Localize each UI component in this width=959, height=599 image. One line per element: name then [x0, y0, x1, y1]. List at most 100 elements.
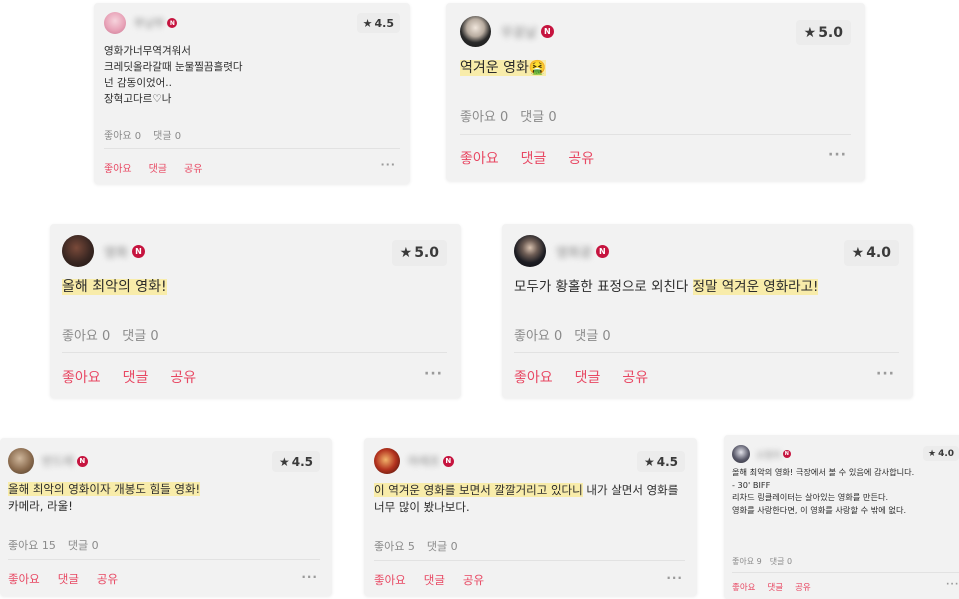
badge-icon: N — [782, 450, 791, 458]
actions: 좋아요 댓글 공유 — [460, 148, 594, 168]
divider — [514, 352, 899, 353]
comment-button[interactable]: 댓글 — [424, 572, 445, 588]
review-highlight: 이 역겨운 영화를 보면서 깔깔거리고 있다니 — [374, 483, 583, 497]
like-button[interactable]: 좋아요 — [732, 581, 755, 593]
comments-count: 댓글 0 — [520, 110, 557, 125]
likes-count: 좋아요 5 — [374, 540, 415, 553]
divider — [460, 134, 851, 135]
review-highlight: 올해 최악의 영화! — [62, 279, 167, 295]
review-highlight: 역겨운 영화🤮 — [460, 60, 547, 76]
more-icon[interactable]: ··· — [424, 366, 443, 382]
actions: 좋아요 댓글 공유 — [374, 572, 484, 588]
review-line: 이 역겨운 영화를 보면서 깔깔거리고 있다니 내가 살면서 영화를 — [374, 482, 678, 499]
comments-count: 댓글 0 — [769, 557, 793, 566]
username[interactable]: 쭈냥쭈 — [134, 15, 164, 31]
username[interactable]: 무꽁날 — [501, 22, 537, 41]
avatar[interactable] — [104, 12, 126, 34]
star-icon: ★ — [643, 454, 655, 469]
username[interactable]: 영화 — [104, 242, 128, 261]
comment-button[interactable]: 댓글 — [58, 571, 79, 587]
likes-count: 좋아요 9 — [732, 557, 762, 566]
like-button[interactable]: 좋아요 — [514, 367, 553, 387]
rating-value: 4.0 — [866, 245, 891, 261]
share-button[interactable]: 공유 — [97, 571, 118, 587]
review-text: 모두가 황홀한 표정으로 외친다 정말 역겨운 영화라고! — [514, 277, 819, 297]
review-text-plain: 내가 살면서 영화를 — [582, 483, 679, 497]
actions: 좋아요 댓글 공유 — [62, 367, 196, 387]
review-card: 마레프 N ★ 4.5 이 역겨운 영화를 보면서 깔깔거리고 있다니 내가 살면… — [364, 438, 697, 596]
avatar[interactable] — [8, 448, 34, 474]
comments-count: 댓글 0 — [426, 540, 458, 553]
share-button[interactable]: 공유 — [170, 367, 196, 387]
more-icon[interactable]: ··· — [828, 147, 847, 163]
share-button[interactable]: 공유 — [568, 148, 594, 168]
review-text: 올해 최악의 영화이자 개봉도 힘들 영화! 카메라, 라울! — [8, 481, 201, 515]
badge-icon: N — [131, 244, 145, 258]
divider — [62, 352, 447, 353]
more-icon[interactable]: ··· — [380, 158, 396, 171]
review-line: 영화를 사랑한다면, 이 영화를 사랑할 수 밖에 없다. — [732, 504, 907, 515]
more-icon[interactable]: ··· — [666, 571, 683, 585]
comment-button[interactable]: 댓글 — [149, 160, 167, 175]
review-highlight: 올해 최악의 영화이자 개봉도 힘들 영화! — [8, 482, 201, 496]
avatar[interactable] — [514, 235, 546, 267]
rating-value: 4.5 — [374, 16, 395, 30]
review-text: 올해 최악의 영화! 극장에서 볼 수 있음에 감사합니다. - 30' BIF… — [732, 466, 914, 516]
like-button[interactable]: 좋아요 — [460, 148, 499, 168]
review-line: 영화가너무역겨워서 — [104, 45, 191, 57]
review-card: 소밍아 N ★ 4.0 올해 최악의 영화! 극장에서 볼 수 있음에 감사합니다… — [724, 435, 959, 599]
badge-icon: N — [76, 455, 88, 467]
review-line: 올해 최악의 영화! — [62, 277, 167, 297]
star-icon: ★ — [851, 245, 865, 261]
username[interactable]: 영화광 — [556, 242, 592, 261]
comment-button[interactable]: 댓글 — [521, 148, 547, 168]
stats: 좋아요 0 댓글 0 — [514, 325, 611, 344]
comments-count: 댓글 0 — [153, 131, 182, 142]
rating-value: 4.0 — [938, 448, 955, 459]
review-text: 역겨운 영화🤮 — [460, 58, 547, 78]
star-icon: ★ — [278, 454, 290, 469]
share-button[interactable]: 공유 — [795, 581, 811, 593]
review-line: 넌 감동이었어.. — [104, 77, 172, 89]
avatar[interactable] — [62, 235, 94, 267]
actions: 좋아요 댓글 공유 — [514, 367, 648, 387]
like-button[interactable]: 좋아요 — [104, 160, 132, 175]
username[interactable]: 반드레 — [42, 453, 74, 469]
likes-count: 좋아요 0 — [514, 329, 563, 344]
star-icon: ★ — [803, 24, 817, 41]
username[interactable]: 소밍아 — [756, 448, 781, 461]
more-icon[interactable]: ··· — [301, 570, 318, 584]
badge-icon: N — [442, 455, 454, 467]
avatar[interactable] — [460, 16, 491, 47]
more-icon[interactable]: ··· — [876, 366, 895, 382]
stats: 좋아요 5 댓글 0 — [374, 538, 458, 554]
share-button[interactable]: 공유 — [184, 160, 202, 175]
avatar[interactable] — [732, 445, 750, 463]
comment-button[interactable]: 댓글 — [575, 367, 601, 387]
divider — [732, 572, 959, 573]
like-button[interactable]: 좋아요 — [374, 572, 406, 588]
username[interactable]: 마레프 — [408, 453, 440, 469]
like-button[interactable]: 좋아요 — [8, 571, 40, 587]
rating-badge: ★ 4.0 — [923, 446, 959, 461]
rating-badge: ★ 4.0 — [843, 240, 899, 266]
rating-value: 5.0 — [414, 245, 439, 261]
review-card: 쭈냥쭈 N ★ 4.5 영화가너무역겨워서 크레딧올라갈때 눈물찔끔흘렷다 넌 감… — [94, 3, 410, 184]
review-card: 무꽁날 N ★ 5.0 역겨운 영화🤮 좋아요 0 댓글 0 좋아요 댓글 공유 ·… — [446, 3, 865, 181]
like-button[interactable]: 좋아요 — [62, 367, 101, 387]
rating-badge: ★ 5.0 — [391, 240, 447, 266]
stats: 좋아요 0 댓글 0 — [460, 106, 557, 125]
comment-button[interactable]: 댓글 — [767, 581, 783, 593]
badge-icon: N — [595, 244, 609, 258]
review-card: 반드레 N ★ 4.5 올해 최악의 영화이자 개봉도 힘들 영화! 카메라, 라… — [0, 438, 332, 596]
badge-icon: N — [167, 18, 178, 28]
more-icon[interactable]: ··· — [946, 580, 959, 590]
stats: 좋아요 9 댓글 0 — [732, 556, 792, 567]
avatar[interactable] — [374, 448, 400, 474]
comment-button[interactable]: 댓글 — [123, 367, 149, 387]
stats: 좋아요 0 댓글 0 — [62, 325, 159, 344]
share-button[interactable]: 공유 — [463, 572, 484, 588]
rating-badge: ★ 5.0 — [795, 20, 851, 45]
share-button[interactable]: 공유 — [622, 367, 648, 387]
comments-count: 댓글 0 — [574, 329, 611, 344]
